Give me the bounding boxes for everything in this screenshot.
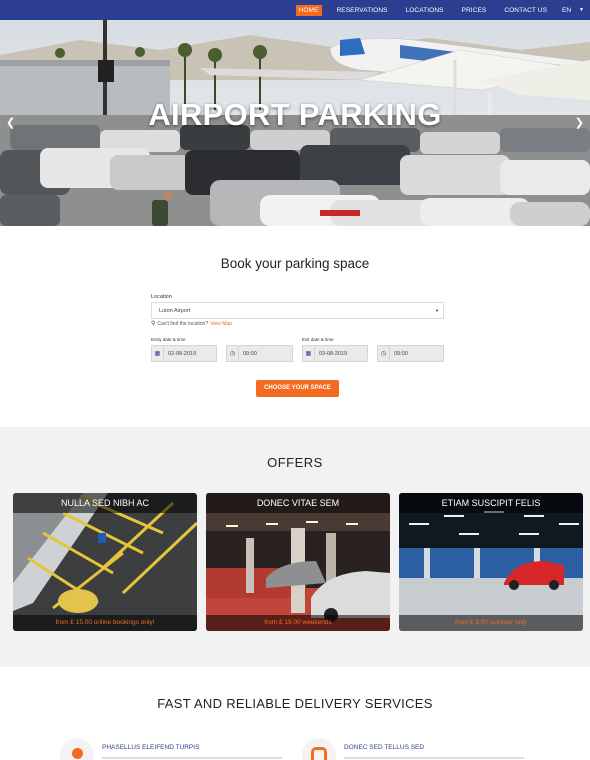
calendar-icon: ▦: [303, 346, 315, 361]
offer-title: DONEC VITAE SEM: [206, 493, 390, 513]
nav-contact-us[interactable]: CONTACT US: [501, 5, 550, 16]
caret-down-icon: ▼: [579, 7, 584, 13]
service-item: PHASELLUS ELEIFEND TURPIS: [60, 738, 282, 760]
offer-card[interactable]: DONEC VITAE SEM from £ 19.00 weekends: [206, 493, 390, 631]
hero-title: AIRPORT PARKING: [148, 97, 442, 132]
offer-card[interactable]: ETIAM SUSCIPIT FELIS from £ 9.00 summer …: [399, 493, 583, 631]
nav-locations[interactable]: LOCATIONS: [403, 5, 447, 16]
offers-title: OFFERS: [267, 455, 323, 470]
exit-date-value: 03-08-2019: [319, 350, 348, 357]
entry-date-input[interactable]: ▦ 02-08-2019: [151, 345, 217, 362]
offer-card[interactable]: NULLA SED NIBH AC from £ 15.00 online bo…: [13, 493, 197, 631]
map-pin-icon: ⚲: [151, 321, 156, 327]
service-description: [102, 757, 282, 759]
car-seat-icon: [302, 738, 336, 760]
offer-title: ETIAM SUSCIPIT FELIS: [399, 493, 583, 513]
exit-date-input[interactable]: ▦ 03-08-2019: [302, 345, 368, 362]
language-selector[interactable]: EN ▼: [562, 7, 584, 14]
service-item: DONEC SED TELLUS SED: [302, 738, 524, 760]
entry-label: Entry date & time: [151, 337, 186, 342]
entry-date-value: 02-08-2019: [168, 350, 197, 357]
exit-time-value: 09:00: [394, 350, 408, 357]
dot-icon: [60, 738, 94, 760]
clock-icon: ◷: [227, 346, 239, 361]
nav-prices[interactable]: PRICES: [459, 5, 490, 16]
location-select[interactable]: Luton Airport ▼: [151, 302, 444, 319]
entry-time-value: 09:00: [243, 350, 257, 357]
booking-title: Book your parking space: [220, 256, 370, 271]
location-hint: ⚲ Can't find the location? View Map: [151, 320, 232, 328]
top-navigation: HOME RESERVATIONS LOCATIONS PRICES CONTA…: [0, 0, 590, 20]
offer-price: from £ 15.00 online bookings only!: [13, 615, 197, 631]
service-description: [344, 757, 524, 759]
service-name: DONEC SED TELLUS SED: [344, 744, 425, 751]
offer-image: [13, 493, 197, 631]
hint-text: Can't find the location?: [157, 320, 209, 327]
nav-reservations[interactable]: RESERVATIONS: [334, 5, 391, 16]
chevron-left-icon[interactable]: ❮: [6, 116, 15, 129]
offer-price: from £ 9.00 summer only: [399, 615, 583, 631]
chevron-right-icon[interactable]: ❯: [575, 116, 584, 129]
offer-image: [206, 493, 390, 631]
caret-down-icon: ▼: [435, 308, 439, 313]
location-label: Location: [151, 294, 172, 300]
offer-image: [399, 493, 583, 631]
entry-time-input[interactable]: ◷ 09:00: [226, 345, 293, 362]
nav-home[interactable]: HOME: [295, 4, 322, 16]
view-map-link[interactable]: View Map: [210, 321, 232, 327]
offer-price: from £ 19.00 weekends: [206, 615, 390, 631]
calendar-icon: ▦: [152, 346, 164, 361]
offer-title: NULLA SED NIBH AC: [13, 493, 197, 513]
service-name: PHASELLUS ELEIFEND TURPIS: [102, 744, 200, 751]
choose-space-button[interactable]: CHOOSE YOUR SPACE: [256, 380, 339, 397]
location-value: Luton Airport: [159, 308, 191, 314]
services-title: FAST AND RELIABLE DELIVERY SERVICES: [157, 696, 433, 711]
exit-label: Exit date & time: [302, 337, 334, 342]
exit-time-input[interactable]: ◷ 09:00: [377, 345, 444, 362]
hero-banner: AIRPORT PARKING ❮ ❯: [0, 20, 590, 226]
clock-icon: ◷: [378, 346, 390, 361]
language-label: EN: [562, 6, 572, 14]
